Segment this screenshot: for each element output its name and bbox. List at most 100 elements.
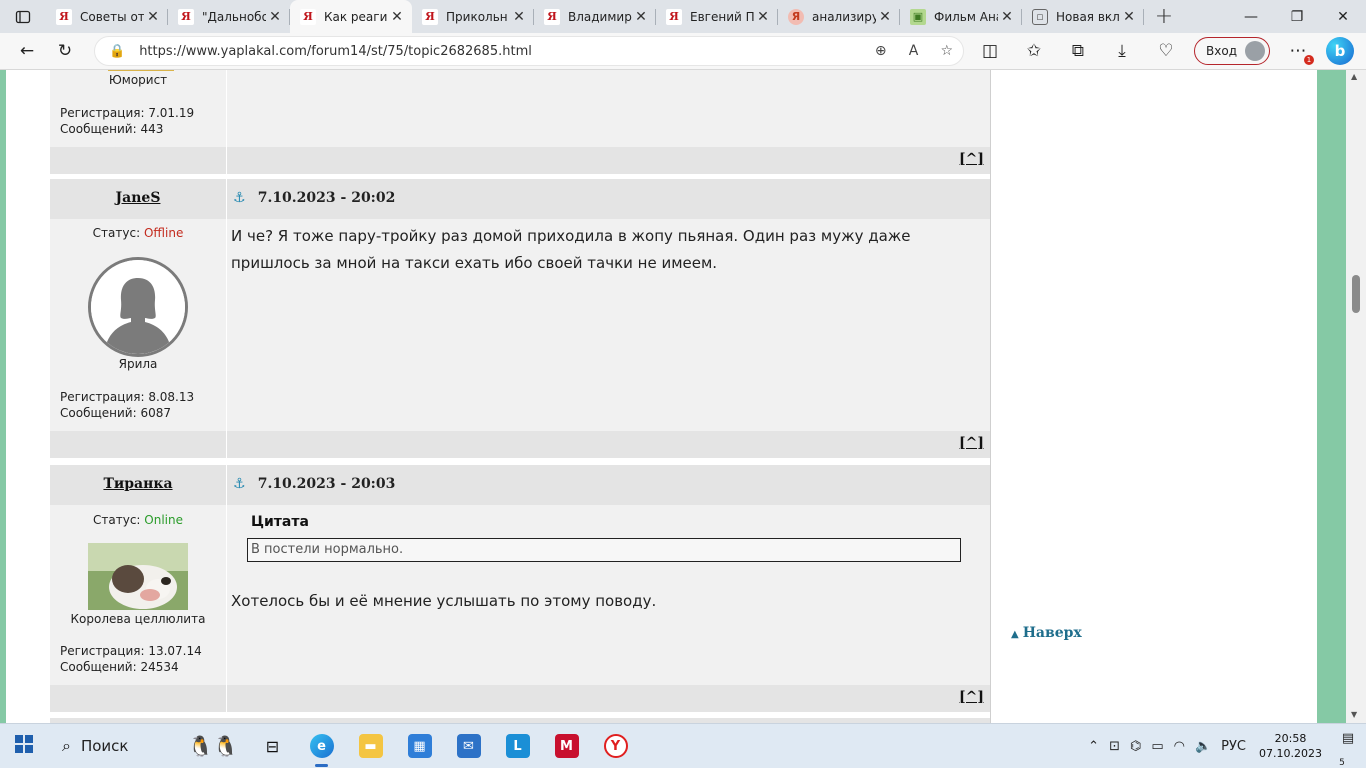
- split-screen-icon[interactable]: ◫: [968, 36, 1012, 66]
- close-window-icon[interactable]: ✕: [1320, 9, 1366, 25]
- forum-posts: Юморист Регистрация: 7.01.19 Сообщений: …: [50, 70, 996, 723]
- refresh-icon[interactable]: ↻: [46, 36, 84, 66]
- anchor-icon[interactable]: ⚓: [233, 190, 246, 206]
- store-taskbar-button[interactable]: ▦: [395, 724, 444, 769]
- tab-actions-button[interactable]: [0, 0, 46, 33]
- taskbar-search[interactable]: ⌕ Поиск 🐧🐧: [48, 724, 248, 769]
- task-view-button[interactable]: ⊟: [248, 724, 297, 769]
- close-tab-icon[interactable]: ✕: [144, 9, 162, 25]
- performance-icon[interactable]: ♡: [1144, 36, 1188, 66]
- anchor-icon[interactable]: ⚓: [233, 476, 246, 492]
- favorite-star-icon[interactable]: ☆: [940, 43, 953, 59]
- vertical-scrollbar[interactable]: ▲ ▼: [1346, 70, 1366, 723]
- clock[interactable]: 20:58 07.10.2023: [1259, 731, 1322, 761]
- scrollbar-thumb[interactable]: [1352, 275, 1360, 313]
- to-top-link[interactable]: [^]: [959, 151, 984, 167]
- browser-tab[interactable]: Я Евгений П ✕: [656, 0, 778, 33]
- favorites-icon[interactable]: ✩: [1012, 36, 1056, 66]
- volume-icon[interactable]: 🔈: [1195, 739, 1211, 754]
- post-message: И че? Я тоже пару-тройку раз домой прихо…: [227, 223, 990, 277]
- post-footer: [^]: [50, 685, 990, 712]
- scroll-up-icon[interactable]: ▲: [1351, 72, 1357, 81]
- start-button[interactable]: [0, 735, 48, 757]
- browser-tab[interactable]: Я Владимир ✕: [534, 0, 656, 33]
- browser-tab[interactable]: Я "Дальнобо ✕: [168, 0, 290, 33]
- avatar[interactable]: [88, 543, 188, 610]
- tab-title: Новая вкл: [1056, 9, 1120, 24]
- tab-title: Прикольн: [446, 9, 508, 24]
- status-offline: Offline: [143, 226, 184, 240]
- lock-icon[interactable]: 🔒: [109, 44, 125, 59]
- network-icon[interactable]: ⌬: [1130, 739, 1141, 754]
- close-tab-icon[interactable]: ✕: [1120, 9, 1138, 25]
- post-username[interactable]: Тиранка: [103, 476, 172, 492]
- language-indicator[interactable]: РУС: [1221, 739, 1246, 754]
- login-button[interactable]: Вход: [1194, 37, 1270, 65]
- yap-icon: Я: [422, 8, 438, 25]
- url-text[interactable]: https://www.yaplakal.com/forum14/st/75/t…: [139, 44, 857, 59]
- post-message: Цитата В постели нормально. Хотелось бы …: [227, 505, 990, 685]
- to-top-link[interactable]: [^]: [959, 689, 984, 705]
- close-tab-icon[interactable]: ✕: [388, 9, 406, 25]
- tray-app-icon[interactable]: ⊡: [1109, 739, 1120, 754]
- mail-taskbar-button[interactable]: ✉: [444, 724, 493, 769]
- mcafee-taskbar-button[interactable]: M: [542, 724, 591, 769]
- browser-tab-active[interactable]: Я Как реагир ✕: [290, 0, 412, 33]
- triangle-up-icon: ▲: [1011, 629, 1019, 640]
- browser-tab[interactable]: Я анализиру ✕: [778, 0, 900, 33]
- edge-taskbar-button[interactable]: e: [297, 724, 346, 769]
- msg-count: Сообщений: 24534: [60, 660, 179, 674]
- close-tab-icon[interactable]: ✕: [266, 9, 284, 25]
- tab-title: анализиру: [812, 9, 876, 24]
- browser-tab[interactable]: Я Прикольн ✕: [412, 0, 534, 33]
- penguins-icon: 🐧🐧: [188, 734, 238, 758]
- search-label: Поиск: [80, 737, 129, 755]
- close-tab-icon[interactable]: ✕: [754, 9, 772, 25]
- reg-date: Регистрация: 8.08.13: [60, 390, 195, 404]
- zoom-icon[interactable]: ⊕: [875, 43, 887, 59]
- post-header: JaneS ⚓ 7.10.2023 - 20:02: [50, 179, 990, 219]
- task-view-icon: ⊟: [265, 736, 280, 756]
- to-top-link[interactable]: [^]: [959, 435, 984, 451]
- login-label: Вход: [1206, 44, 1237, 58]
- message-line: пришлось за мной на такси ехать ибо свое…: [231, 254, 718, 272]
- read-aloud-icon[interactable]: A: [909, 43, 919, 59]
- close-tab-icon[interactable]: ✕: [510, 9, 528, 25]
- yap-icon: Я: [178, 8, 194, 25]
- minimize-icon[interactable]: —: [1228, 9, 1274, 25]
- yap-icon: Я: [666, 8, 682, 25]
- chevron-up-icon[interactable]: ⌃: [1088, 739, 1099, 754]
- scroll-down-icon[interactable]: ▼: [1351, 710, 1357, 719]
- explorer-taskbar-button[interactable]: ▬: [346, 724, 395, 769]
- close-tab-icon[interactable]: ✕: [632, 9, 650, 25]
- bing-copilot-icon[interactable]: b: [1326, 37, 1354, 65]
- address-bar[interactable]: 🔒 https://www.yaplakal.com/forum14/st/75…: [94, 36, 964, 66]
- cat-photo-icon: [88, 543, 188, 610]
- browser-tab[interactable]: Я Советы от ✕: [46, 0, 168, 33]
- yandex-taskbar-button[interactable]: Y: [591, 724, 640, 769]
- back-to-top-link[interactable]: ▲ Наверх: [1011, 625, 1082, 641]
- avatar[interactable]: [88, 257, 188, 357]
- post-datetime: 7.10.2023 - 20:02: [257, 190, 396, 206]
- restore-icon[interactable]: ❐: [1274, 9, 1320, 25]
- tab-title: Как реагир: [324, 9, 388, 24]
- lingualeo-taskbar-button[interactable]: L: [493, 724, 542, 769]
- wifi-icon[interactable]: ◠: [1174, 739, 1185, 754]
- new-tab-button[interactable]: +: [1144, 4, 1184, 29]
- tab-title: "Дальнобо: [202, 9, 266, 24]
- browser-tab[interactable]: ▫ Новая вкл ✕: [1022, 0, 1144, 33]
- notification-center-button[interactable]: ▤ 5: [1330, 727, 1366, 768]
- downloads-icon[interactable]: ⤓: [1100, 36, 1144, 66]
- more-menu-icon[interactable]: ⋯ 1: [1276, 36, 1320, 66]
- reg-date: Регистрация: 7.01.19: [60, 106, 195, 120]
- mcafee-icon: M: [554, 734, 579, 758]
- battery-icon[interactable]: ▭: [1151, 739, 1163, 754]
- back-icon[interactable]: ←: [8, 36, 46, 66]
- close-tab-icon[interactable]: ✕: [876, 9, 894, 25]
- browser-tab[interactable]: ▣ Фильм Ана ✕: [900, 0, 1022, 33]
- collections-icon[interactable]: ⧉: [1056, 36, 1100, 66]
- rank-bar: [108, 70, 174, 71]
- post-username[interactable]: JaneS: [116, 190, 161, 206]
- store-icon: ▦: [407, 734, 432, 758]
- close-tab-icon[interactable]: ✕: [998, 9, 1016, 25]
